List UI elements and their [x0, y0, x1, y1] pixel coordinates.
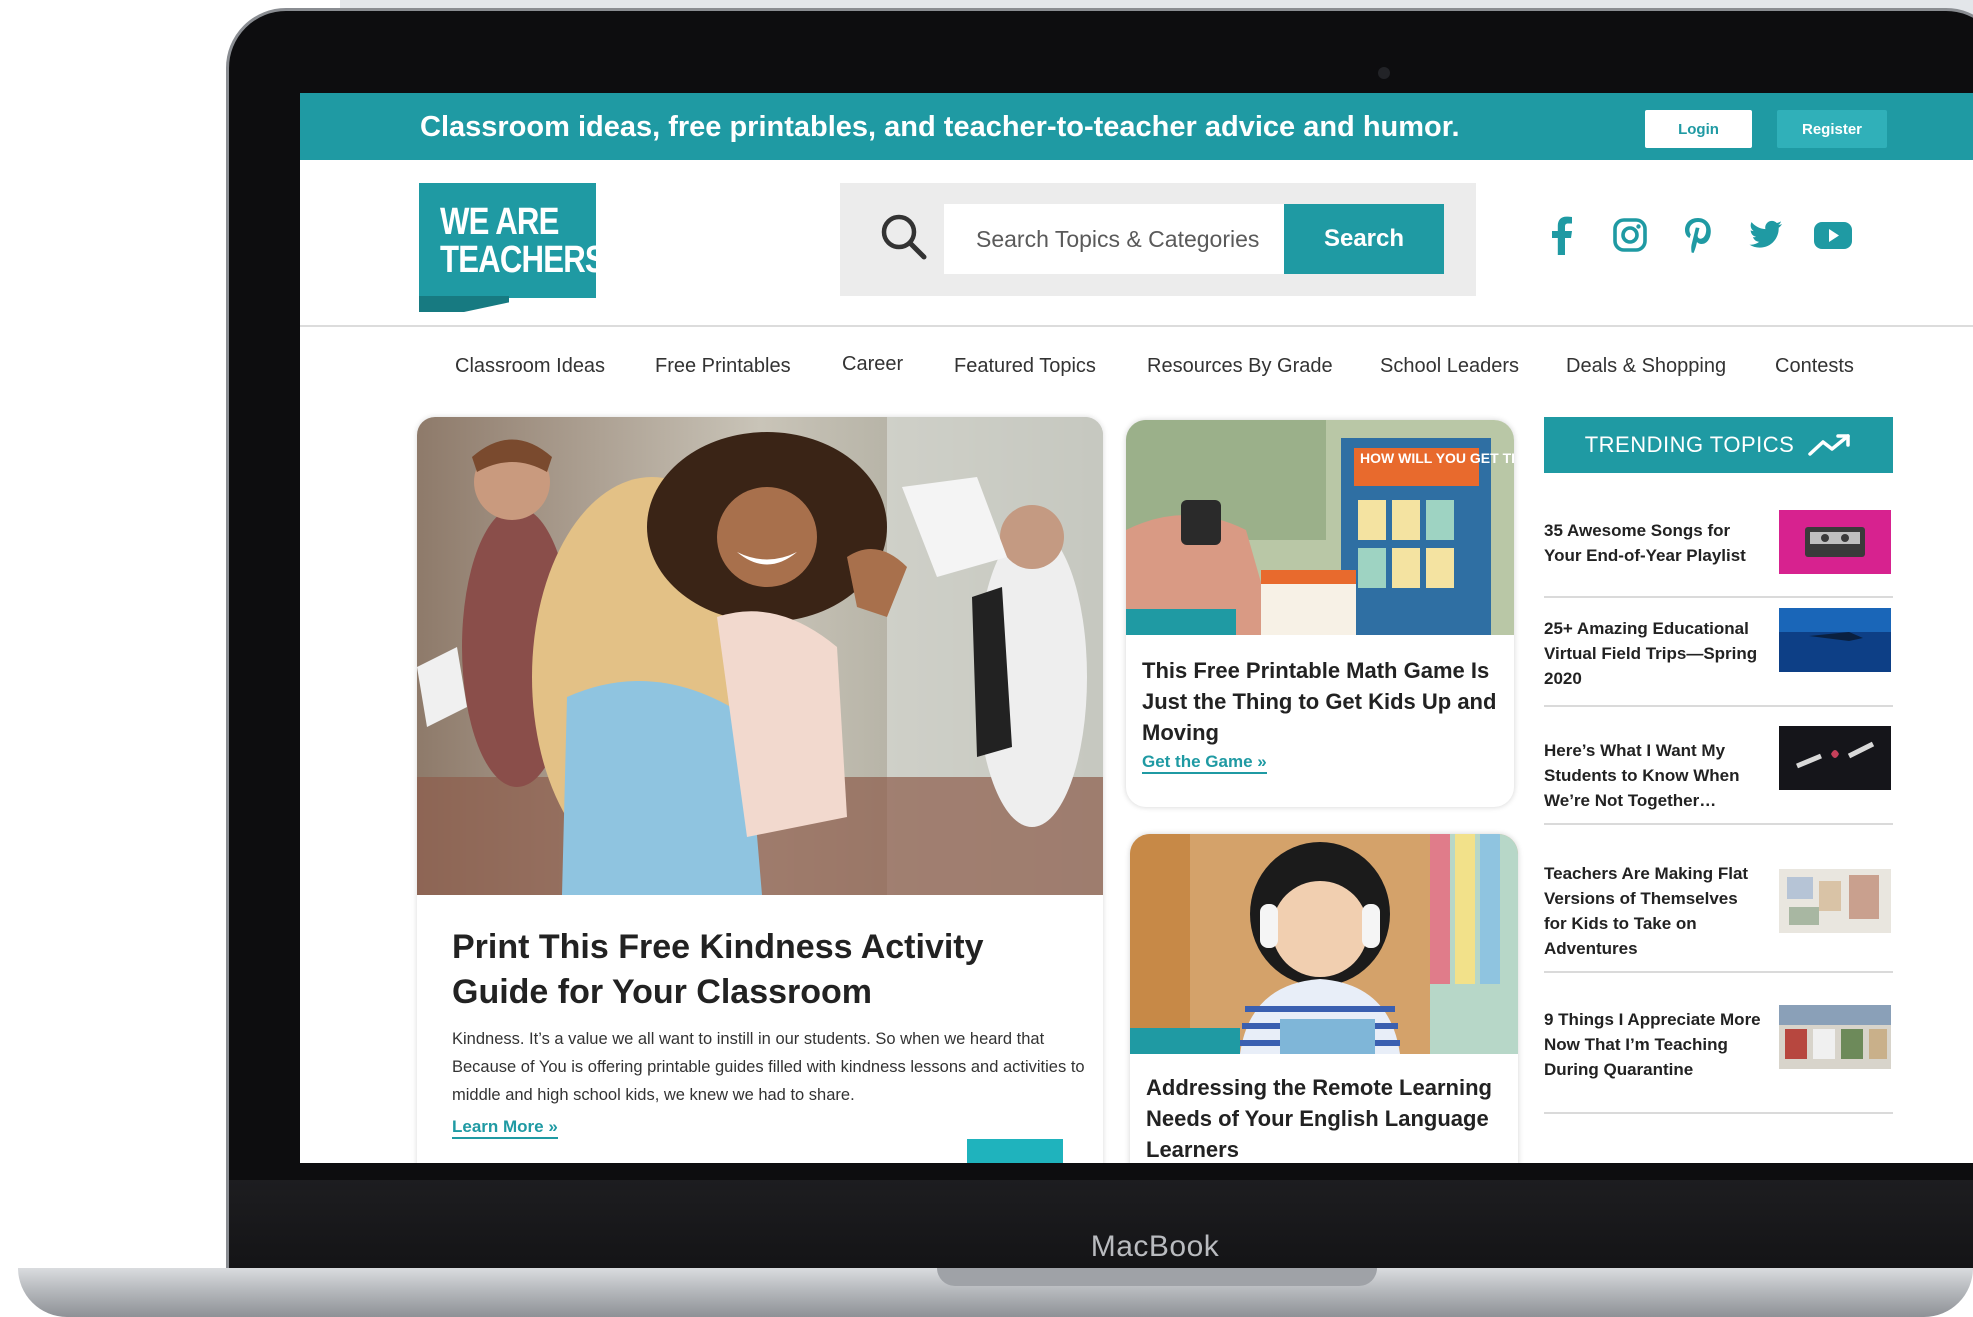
ell-photo[interactable]: [1130, 834, 1518, 1054]
trending-item-title[interactable]: 9 Things I Appreciate More Now That I’m …: [1544, 1007, 1764, 1082]
ell-title[interactable]: Addressing the Remote Learning Needs of …: [1146, 1072, 1506, 1163]
trending-item-thumbnail[interactable]: [1779, 608, 1891, 672]
trending-up-icon: [1808, 434, 1851, 456]
nav-resources-by-grade[interactable]: Resources By Grade: [1147, 355, 1333, 378]
featured-article-card[interactable]: Print This Free Kindness Activity Guide …: [417, 417, 1103, 1163]
logo-line-1: WE ARE: [440, 201, 559, 243]
trending-item-title[interactable]: Here’s What I Want My Students to Know W…: [1544, 738, 1764, 813]
nav-deals-shopping[interactable]: Deals & Shopping: [1566, 355, 1726, 378]
trending-item-thumbnail[interactable]: [1779, 869, 1891, 933]
article-card-math-game[interactable]: HOW WILL YOU GET THERE? This Free Printa…: [1126, 420, 1514, 807]
trending-item-thumbnail[interactable]: [1779, 510, 1891, 574]
trending-divider: [1544, 971, 1893, 973]
twitter-icon[interactable]: [1746, 213, 1786, 257]
nav-featured-topics[interactable]: Featured Topics: [954, 355, 1096, 378]
trending-item-thumbnail[interactable]: [1779, 726, 1891, 790]
site-tagline: Classroom ideas, free printables, and te…: [420, 111, 1460, 143]
pinterest-icon[interactable]: [1678, 213, 1718, 257]
youtube-icon[interactable]: [1810, 213, 1856, 257]
nav-free-printables[interactable]: Free Printables: [655, 355, 791, 378]
search-bar: Search: [840, 183, 1476, 296]
device-label: MacBook: [1090, 1230, 1220, 1263]
site-logo[interactable]: WE ARE TEACHERS: [419, 183, 606, 298]
nav-career[interactable]: Career: [842, 353, 903, 376]
search-icon[interactable]: [876, 209, 932, 265]
trending-divider: [1544, 596, 1893, 598]
article-card-ell[interactable]: Addressing the Remote Learning Needs of …: [1130, 834, 1518, 1163]
get-the-game-link[interactable]: Get the Game »: [1142, 752, 1267, 774]
camera-dot: [1378, 67, 1390, 79]
featured-article-photo[interactable]: [417, 417, 1103, 895]
logo-line-2: TEACHERS: [440, 239, 606, 281]
instagram-icon[interactable]: [1610, 213, 1650, 257]
nav-classroom-ideas[interactable]: Classroom Ideas: [455, 355, 605, 378]
card-accent: [1126, 609, 1236, 635]
header-divider: [300, 325, 1973, 327]
laptop-hinge-notch: [937, 1268, 1377, 1286]
top-banner: Classroom ideas, free printables, and te…: [300, 93, 1973, 160]
facebook-icon[interactable]: [1542, 213, 1582, 257]
nav-contests[interactable]: Contests: [1775, 355, 1854, 378]
login-button[interactable]: Login: [1645, 110, 1752, 148]
trending-topics-header: TRENDING TOPICS: [1544, 417, 1893, 473]
register-button[interactable]: Register: [1777, 110, 1887, 148]
trending-item-thumbnail[interactable]: [1779, 1005, 1891, 1069]
search-button[interactable]: Search: [1284, 204, 1444, 274]
trending-divider: [1544, 705, 1893, 707]
poster-text: HOW WILL YOU GET THERE?: [1360, 450, 1514, 466]
trending-item-title[interactable]: 25+ Amazing Educational Virtual Field Tr…: [1544, 616, 1764, 691]
trending-topics-label: TRENDING TOPICS: [1584, 432, 1795, 457]
math-game-photo[interactable]: HOW WILL YOU GET THERE?: [1126, 420, 1514, 635]
sponsor-badge: [967, 1139, 1063, 1163]
trending-item-title[interactable]: 35 Awesome Songs for Your End-of-Year Pl…: [1544, 518, 1764, 568]
logo-ribbon: [419, 296, 509, 312]
trending-divider: [1544, 1112, 1893, 1114]
featured-article-title[interactable]: Print This Free Kindness Activity Guide …: [452, 925, 1072, 1015]
main-nav: Classroom Ideas Free Printables Career F…: [455, 353, 1885, 395]
trending-divider: [1544, 823, 1893, 825]
search-input[interactable]: [944, 204, 1284, 274]
browser-screen: Classroom ideas, free printables, and te…: [300, 93, 1973, 1163]
trending-item-title[interactable]: Teachers Are Making Flat Versions of The…: [1544, 861, 1764, 961]
card-accent: [1130, 1028, 1240, 1054]
math-game-title[interactable]: This Free Printable Math Game Is Just th…: [1142, 655, 1502, 748]
nav-school-leaders[interactable]: School Leaders: [1380, 355, 1519, 378]
featured-article-excerpt: Kindness. It’s a value we all want to in…: [452, 1030, 1085, 1104]
learn-more-link[interactable]: Learn More »: [452, 1117, 558, 1139]
